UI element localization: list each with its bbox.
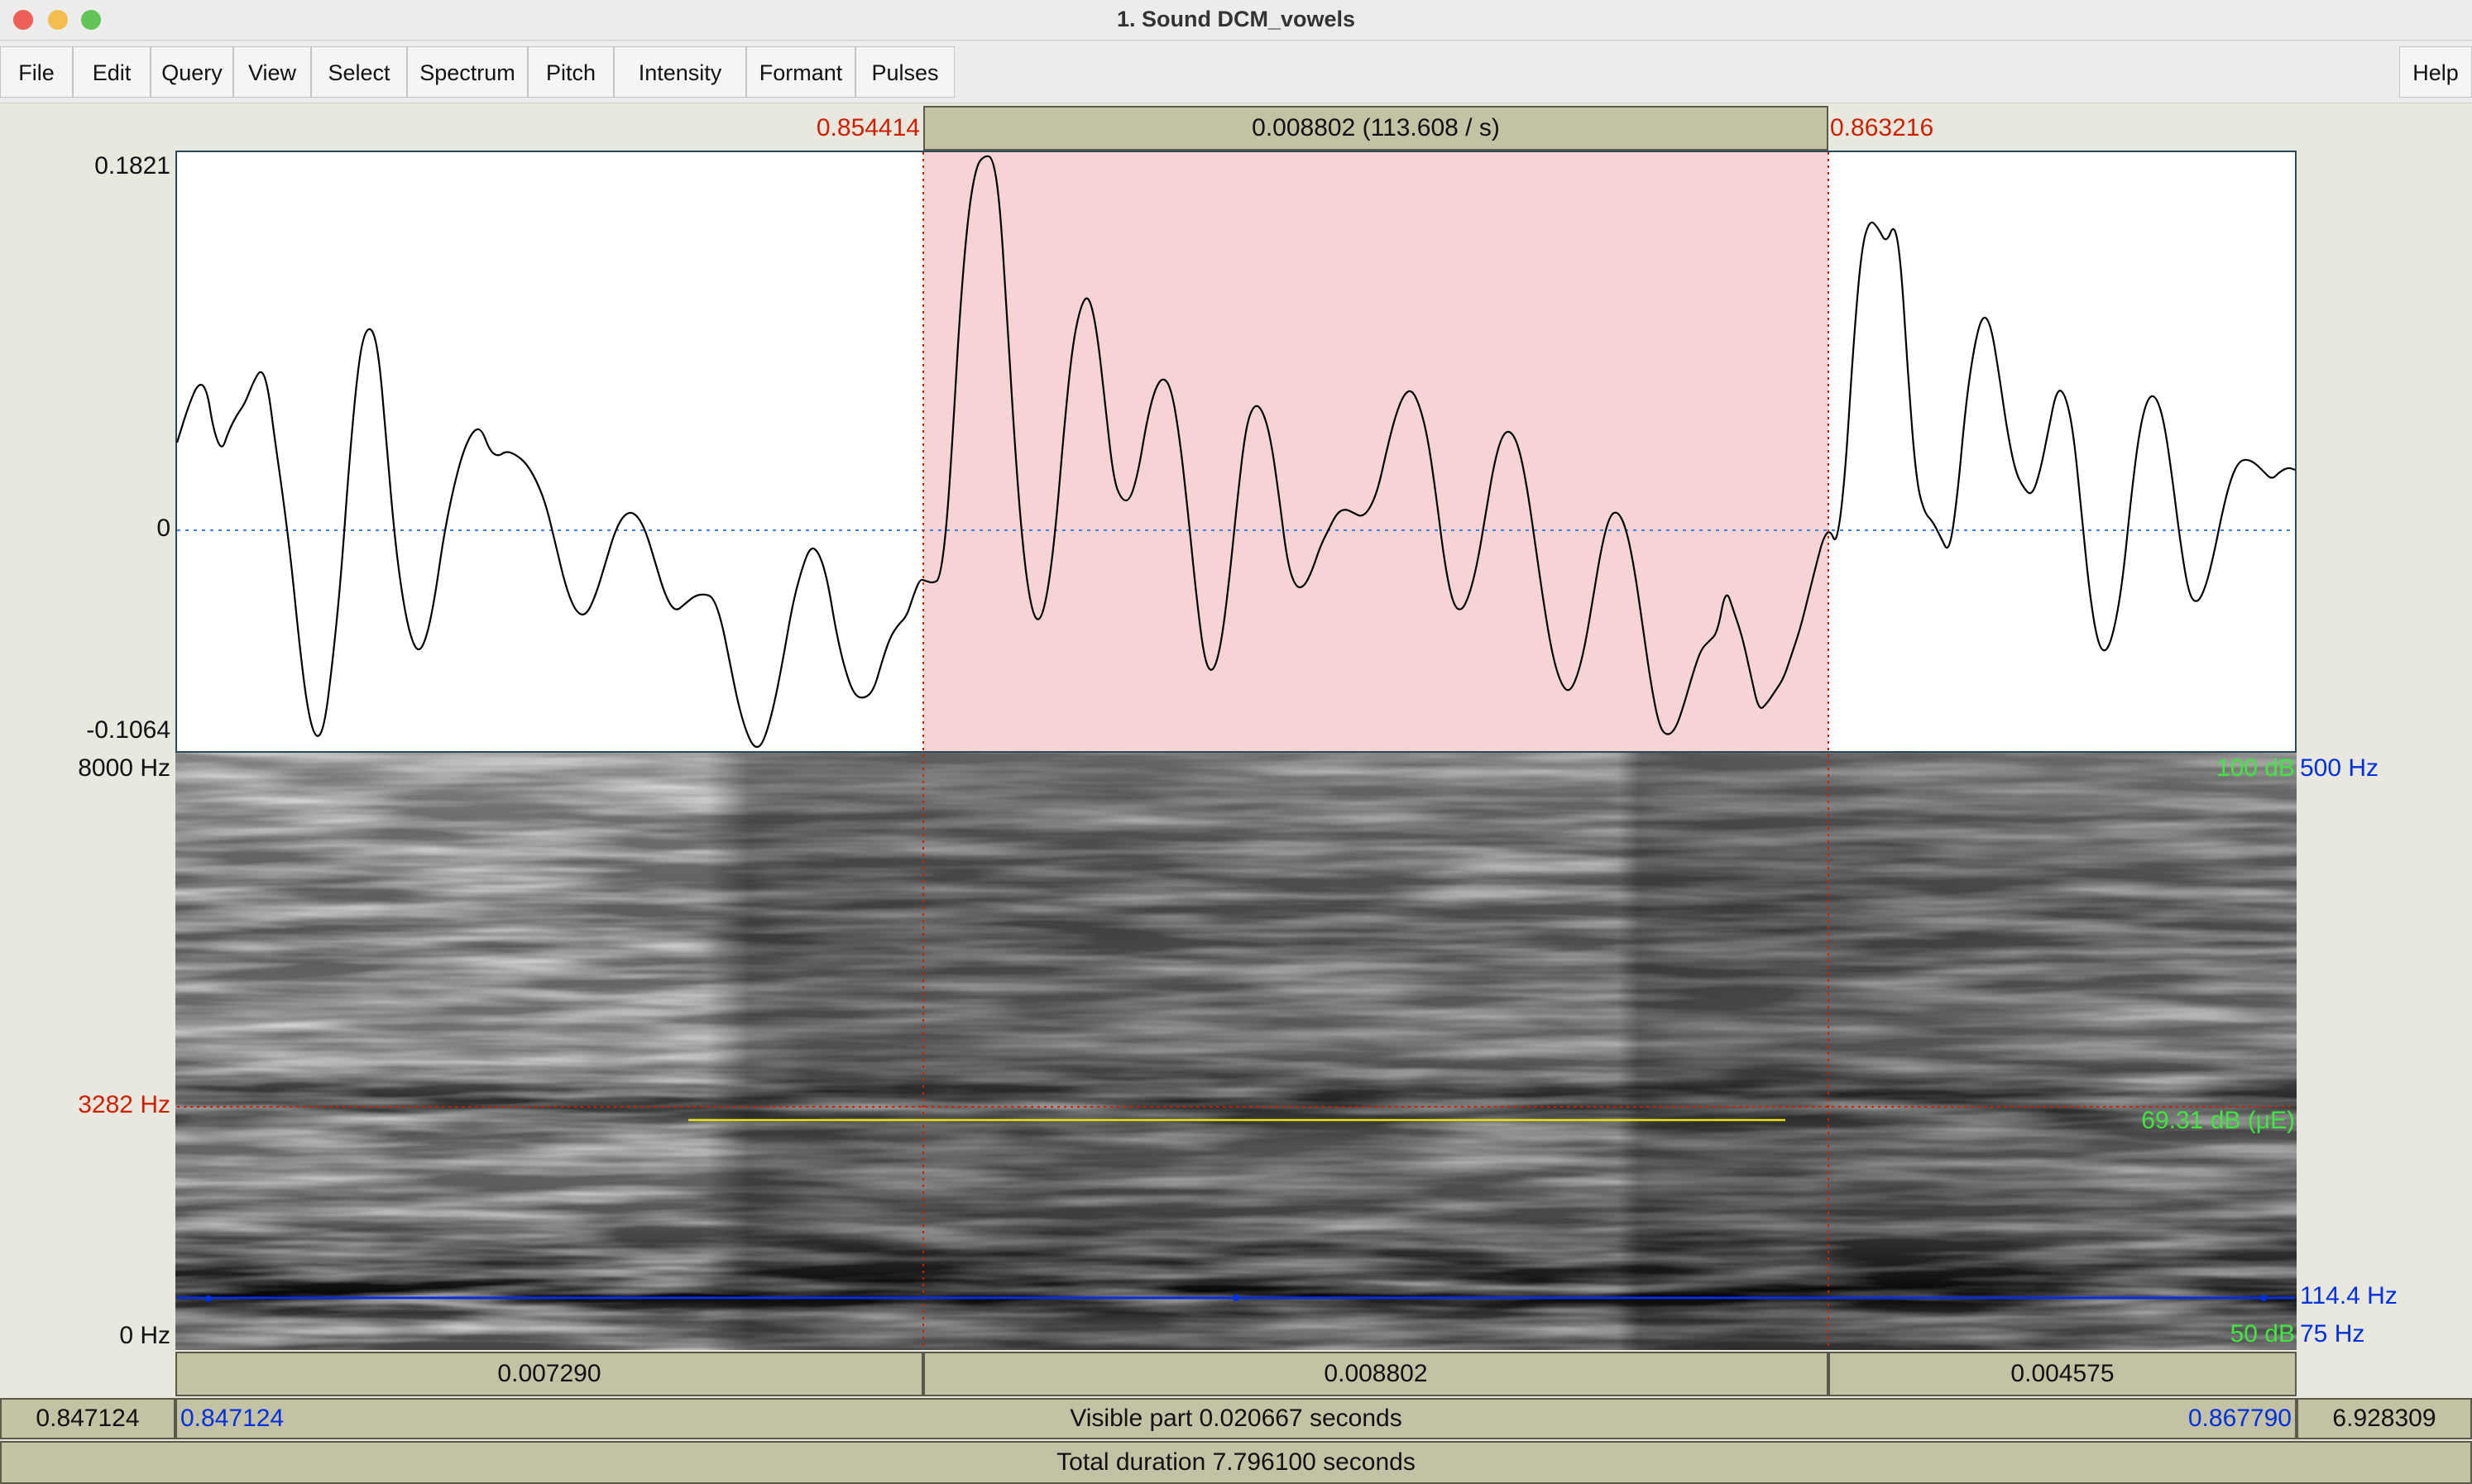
- total-duration-bar[interactable]: Total duration 7.796100 seconds: [0, 1441, 2472, 1484]
- segment-bar-right[interactable]: 0.004575: [1828, 1352, 2297, 1396]
- total-duration-label: Total duration 7.796100 seconds: [1056, 1448, 1416, 1476]
- pitch-value-label: 114.4 Hz: [2300, 1282, 2398, 1309]
- selection-duration-bar[interactable]: 0.008802 (113.608 / s): [923, 106, 1828, 151]
- waveform-zero-label: 0: [156, 515, 170, 542]
- spectrogram-top-label: 8000 Hz: [78, 754, 170, 782]
- menu-intensity[interactable]: Intensity: [614, 46, 746, 98]
- intensity-top-label: 100 dB: [2216, 754, 2295, 782]
- visible-right-outer-label: 6.928309: [2332, 1405, 2436, 1432]
- spectrogram-cursor-freq-label: 3282 Hz: [78, 1091, 170, 1118]
- segment-left-label: 0.007290: [497, 1360, 601, 1387]
- segment-selection-label: 0.008802: [1324, 1360, 1428, 1387]
- menu-pitch[interactable]: Pitch: [528, 46, 614, 98]
- waveform-max-label: 0.1821: [94, 152, 170, 180]
- menu-file[interactable]: File: [0, 46, 73, 98]
- selection-end-label: 0.863216: [1830, 114, 1934, 141]
- menu-query[interactable]: Query: [151, 46, 233, 98]
- waveform-min-label: -0.1064: [86, 716, 170, 744]
- menu-bar: File Edit Query View Select Spectrum Pit…: [0, 41, 2472, 103]
- window-title: 1. Sound DCM_vowels: [1116, 7, 1356, 31]
- intensity-value-label: 69.31 dB (μE): [2141, 1107, 2295, 1134]
- visible-right-outer-bar[interactable]: 6.928309: [2297, 1398, 2472, 1439]
- menu-spectrum[interactable]: Spectrum: [407, 46, 528, 98]
- spectrogram-panel[interactable]: [175, 753, 2297, 1350]
- menu-formant[interactable]: Formant: [746, 46, 855, 98]
- menu-view[interactable]: View: [233, 46, 311, 98]
- visible-part-bar[interactable]: Visible part 0.020667 seconds: [175, 1398, 2297, 1439]
- selection-start-label: 0.854414: [816, 114, 920, 141]
- segment-bar-selection[interactable]: 0.008802: [923, 1352, 1828, 1396]
- menu-select[interactable]: Select: [311, 46, 407, 98]
- visible-left-outer-label: 0.847124: [36, 1405, 140, 1432]
- spectrogram-bottom-label: 0 Hz: [119, 1322, 170, 1349]
- visible-left-outer-bar[interactable]: 0.847124: [0, 1398, 175, 1439]
- menu-pulses[interactable]: Pulses: [855, 46, 955, 98]
- waveform-panel[interactable]: [175, 151, 2297, 753]
- visible-right-label: 0.867790: [2187, 1405, 2292, 1432]
- pitch-bottom-label: 75 Hz: [2300, 1320, 2365, 1348]
- spectrogram-image: [175, 753, 2297, 1350]
- title-bar: 1. Sound DCM_vowels: [0, 0, 2472, 41]
- segment-bar-left[interactable]: 0.007290: [175, 1352, 923, 1396]
- selection-duration-label: 0.008802 (113.608 / s): [1252, 114, 1500, 141]
- visible-part-label: Visible part 0.020667 seconds: [1070, 1405, 1402, 1432]
- pitch-top-label: 500 Hz: [2300, 754, 2379, 782]
- visible-left-label: 0.847124: [180, 1405, 285, 1432]
- menu-help[interactable]: Help: [2399, 46, 2472, 98]
- menu-edit[interactable]: Edit: [73, 46, 151, 98]
- segment-right-label: 0.004575: [2010, 1360, 2115, 1387]
- intensity-bottom-label: 50 dB: [2230, 1320, 2295, 1348]
